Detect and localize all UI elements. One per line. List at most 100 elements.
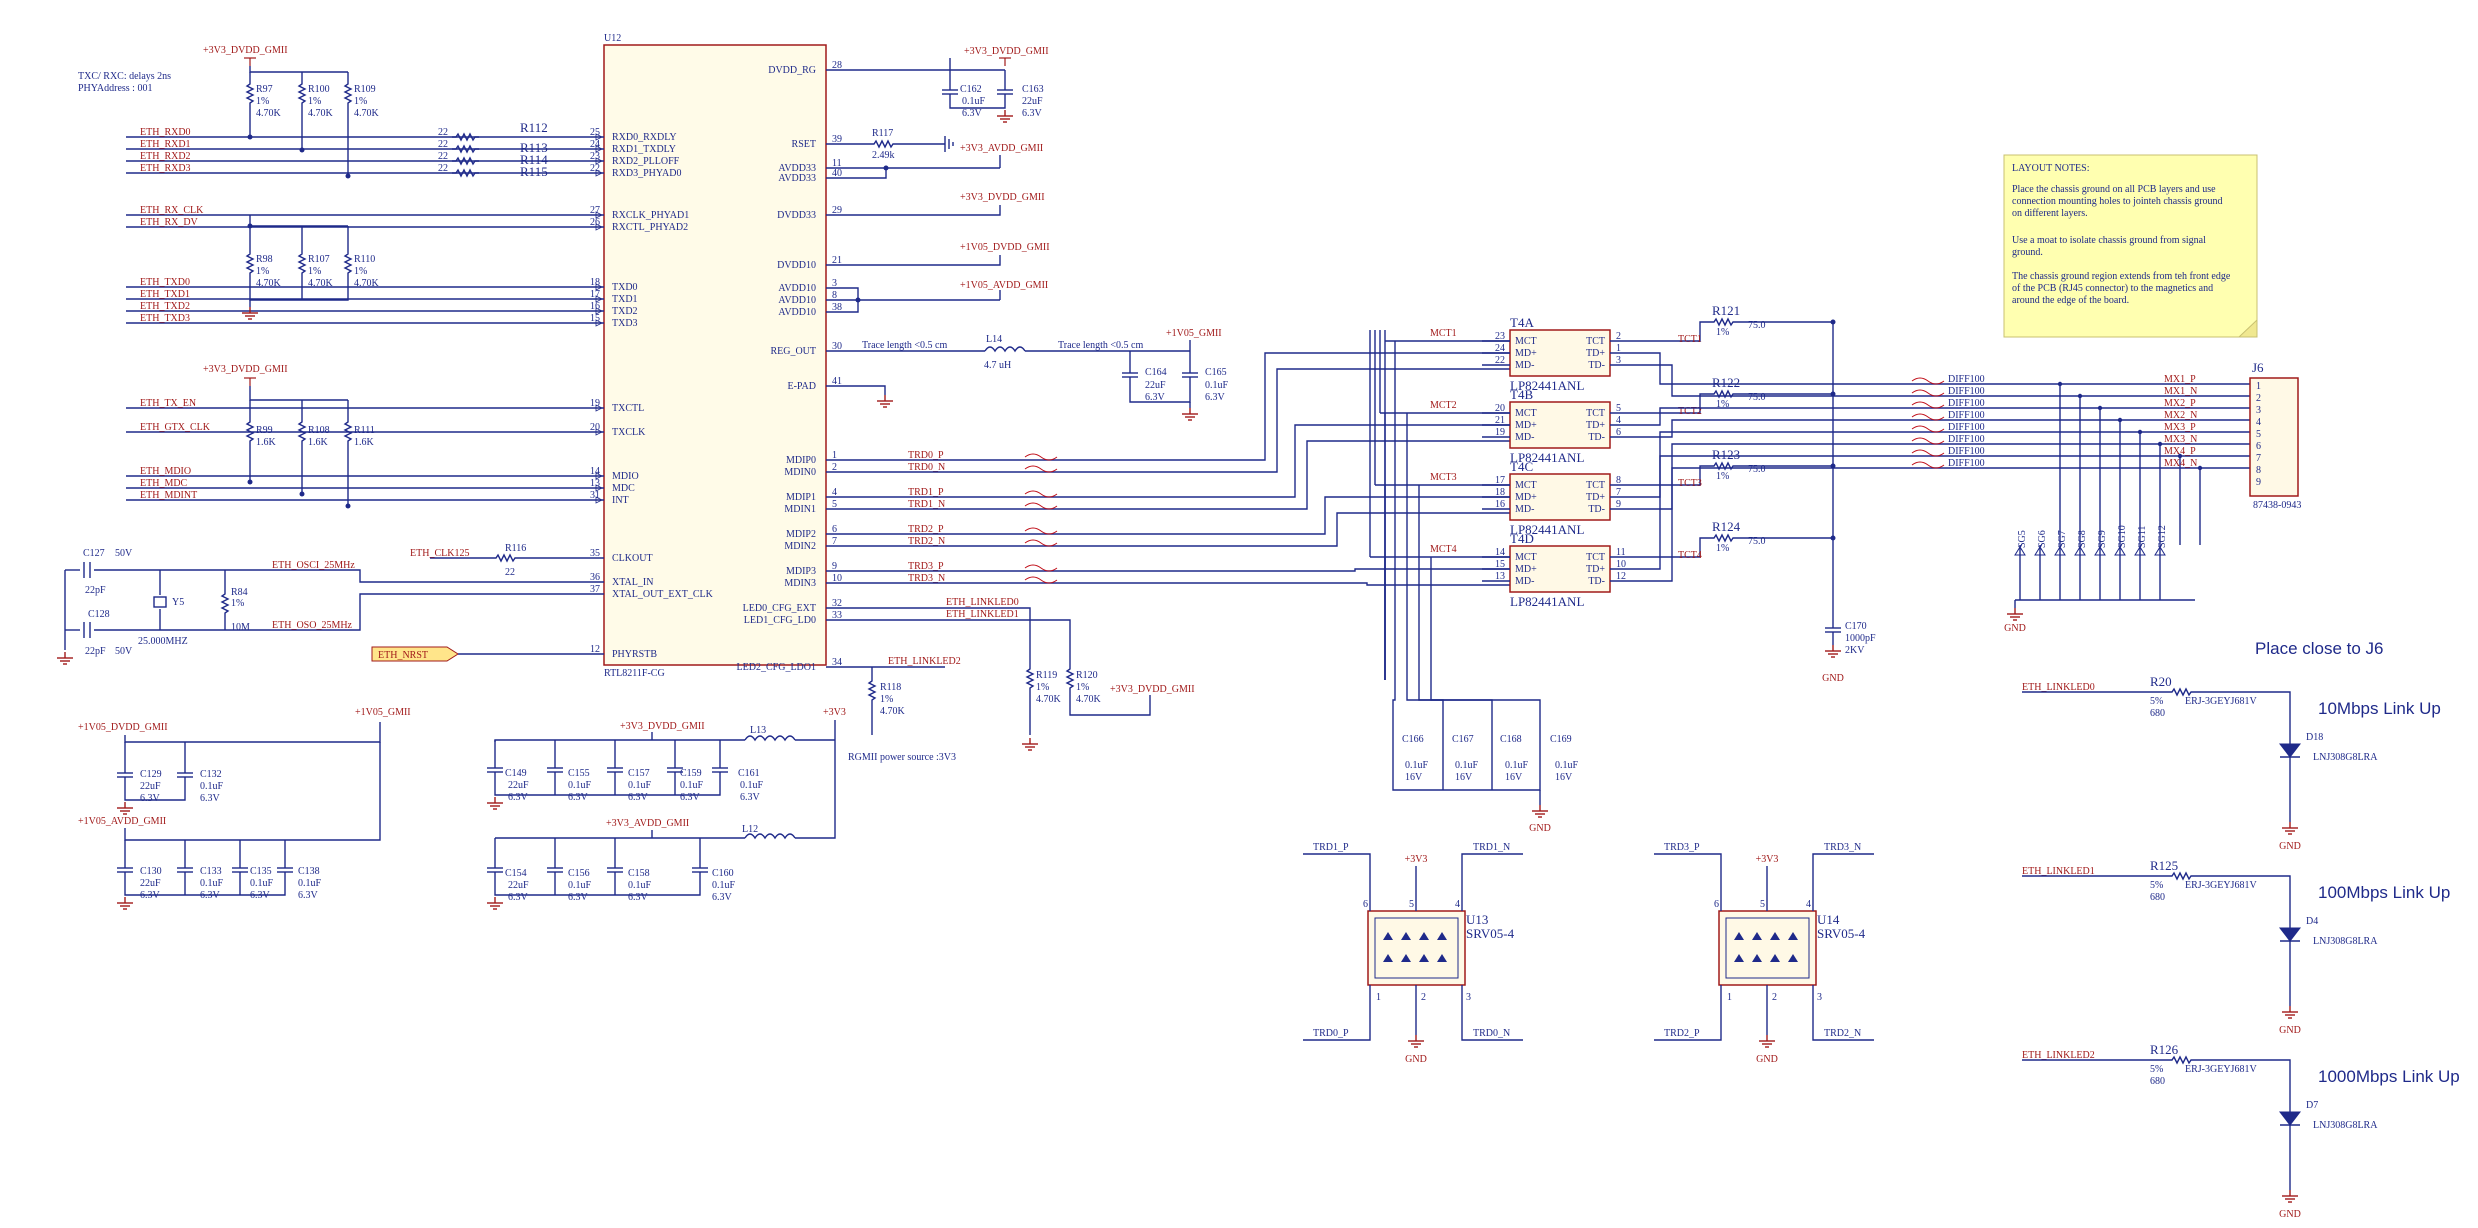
j6-net-mx4-n: MX4_N <box>2164 458 2197 469</box>
led-resistor-ref: R126 <box>2150 1042 2179 1057</box>
u12-pin-name: MDC <box>612 483 635 494</box>
c127-ref: C127 <box>83 548 105 559</box>
tvs-label: SG5 <box>2017 530 2028 548</box>
u12-pin-13: MDC13ETH_MDC <box>126 478 635 494</box>
p1v05-gmii-power: +1V05_GMII <box>355 707 411 718</box>
c130-val: 22uF <box>140 878 161 889</box>
c170-gnd: GND <box>1822 673 1844 684</box>
led-ref: D18 <box>2306 732 2323 743</box>
u12-power-right: +3V3_DVDD_GMII C162 0.1uF 6.3V C163 22uF… <box>826 46 1229 421</box>
tct-resistor-ref: R122 <box>1712 375 1740 390</box>
led-resistor-tol: 5% <box>2150 880 2163 891</box>
layout-notes-l5: ground. <box>2012 247 2043 258</box>
c160-val: 0.1uF <box>712 880 736 891</box>
esd-net-bl: TRD0_P <box>1313 1028 1349 1039</box>
diff100-label: DIFF100 <box>1948 422 1985 433</box>
u12-pin-name: MDIN3 <box>784 578 816 589</box>
c157-ref: C157 <box>628 768 650 779</box>
layout-notes-l2: connection mounting holes to jointeh cha… <box>2012 196 2223 207</box>
c156-v: 6.3V <box>568 892 589 903</box>
xfm-pin-name: TCT <box>1586 336 1605 347</box>
net-label-eth-txd3: ETH_TXD3 <box>140 313 190 324</box>
net-label-eth-mdc: ETH_MDC <box>140 478 188 489</box>
linkled2-net-a: ETH_LINKLED2 <box>888 656 961 667</box>
esd-pin-num: 2 <box>1772 992 1777 1003</box>
r117-ref: R117 <box>872 128 893 139</box>
series-resistor-val: 22 <box>438 139 448 150</box>
avdd-gmii-power: +1V05_AVDD_GMII <box>78 816 166 827</box>
xfm-pin-name: TCT <box>1586 480 1605 491</box>
led-resistor-part: ERJ-3GEYJ681V <box>2185 880 2257 891</box>
u12-part: RTL8211F-CG <box>604 668 665 679</box>
xfm-pin-name: TD- <box>1588 576 1605 587</box>
u12-pin-20: TXCLK20ETH_GTX_CLK <box>126 422 646 438</box>
u12-pin-name: TXD1 <box>612 294 638 305</box>
led-part: LNJ308G8LRA <box>2313 752 2378 763</box>
layout-notes-l6: The chassis ground region extends from t… <box>2012 271 2231 282</box>
tct-resistor-val: 75.0 <box>1748 536 1766 547</box>
mdio-pullup-group: +3V3_DVDD_GMII R99 1.6K R108 1.6K R111 1… <box>203 364 375 506</box>
nrst-label: ETH_NRST <box>378 650 428 661</box>
r120-val: 4.70K <box>1076 694 1102 705</box>
c160-v: 6.3V <box>712 892 733 903</box>
r84-ref: R84 <box>231 587 248 598</box>
j6-net-mx2-n: MX2_N <box>2164 410 2197 421</box>
xfm-pin-name: TD- <box>1588 360 1605 371</box>
layout-notes-l3: on different layers. <box>2012 208 2088 219</box>
r97-val: 4.70K <box>256 108 282 119</box>
esd-gnd: GND <box>1405 1054 1427 1065</box>
net-label-eth-rx-clk: ETH_RX_CLK <box>140 205 204 216</box>
c132-ref: C132 <box>200 769 222 780</box>
tct-resistor-val: 75.0 <box>1748 392 1766 403</box>
layout-notes-l4: Use a moat to isolate chassis ground fro… <box>2012 235 2206 246</box>
xfm-pin-name: MD- <box>1515 432 1534 443</box>
nrst-flag: ETH_NRST <box>371 646 604 662</box>
u12-pin-name: RXCLK_PHYAD1 <box>612 210 689 221</box>
xfm-pin-name: MD- <box>1515 360 1534 371</box>
c154-v: 6.3V <box>508 892 529 903</box>
avdd33-decoup-power: +3V3_AVDD_GMII <box>606 818 689 829</box>
tvs-sg6: SG6 <box>2034 530 2048 600</box>
esd-net-tr: TRD3_N <box>1824 842 1861 853</box>
esd-ref: U14 <box>1817 912 1840 927</box>
c138-ref: C138 <box>298 866 320 877</box>
r99-ref: R99 <box>256 425 273 436</box>
u12-pin-name: AVDD10 <box>778 283 816 294</box>
u12-pin-name: AVDD33 <box>778 173 816 184</box>
j6-pin-num: 3 <box>2256 405 2261 416</box>
layout-notes-title: LAYOUT NOTES: <box>2012 163 2090 174</box>
c133-v: 6.3V <box>200 890 221 901</box>
led-section: ETH_LINKLED0 R205%680ERJ-3GEYJ681VGNDD18L… <box>2022 674 2460 1220</box>
net-label-eth-rx-dv: ETH_RX_DV <box>140 217 199 228</box>
layout-notes-l7: of the PCB (RJ45 connector) to the magne… <box>2012 283 2213 294</box>
esd-power: +3V3 <box>1756 854 1779 865</box>
xfm-pin-name: TD+ <box>1586 420 1605 431</box>
c128-v: 50V <box>115 646 133 657</box>
c164-val: 22uF <box>1145 380 1166 391</box>
xfm-pin-name: TD+ <box>1586 492 1605 503</box>
c168-v: 16V <box>1505 772 1523 783</box>
dvdd10-power: +1V05_DVDD_GMII <box>960 242 1050 253</box>
led-resistor-part: ERJ-3GEYJ681V <box>2185 1064 2257 1075</box>
u12-pin-name: XTAL_IN <box>612 577 653 588</box>
r100-ref: R100 <box>308 84 330 95</box>
pullup-power-label: +3V3_DVDD_GMII <box>203 45 288 56</box>
linkled0-net-a: ETH_LINKLED0 <box>946 597 1019 608</box>
c135-v: 6.3V <box>250 890 271 901</box>
r107-ref: R107 <box>308 254 330 265</box>
net-label-eth-mdint: ETH_MDINT <box>140 490 197 501</box>
y5-val: 25.000MHZ <box>138 636 188 647</box>
esd-net-bl: TRD2_P <box>1664 1028 1700 1039</box>
c170-val: 1000pF <box>1845 633 1876 644</box>
c135-ref: C135 <box>250 866 272 877</box>
u12-pin-16: TXD216ETH_TXD2 <box>126 301 638 317</box>
u12-pin-name: REG_OUT <box>770 346 816 357</box>
j6-net-mx3-n: MX3_N <box>2164 434 2197 445</box>
u12-pin-22: RXD3_PHYAD022R11522ETH_RXD3 <box>126 163 681 179</box>
c161-ref: C161 <box>738 768 760 779</box>
dvdd-rg-power: +3V3_DVDD_GMII <box>964 46 1049 57</box>
xfm-pin-name: MD+ <box>1515 420 1537 431</box>
c165-val: 0.1uF <box>1205 380 1229 391</box>
c133-ref: C133 <box>200 866 222 877</box>
xfm-pin-name: TD- <box>1588 432 1605 443</box>
